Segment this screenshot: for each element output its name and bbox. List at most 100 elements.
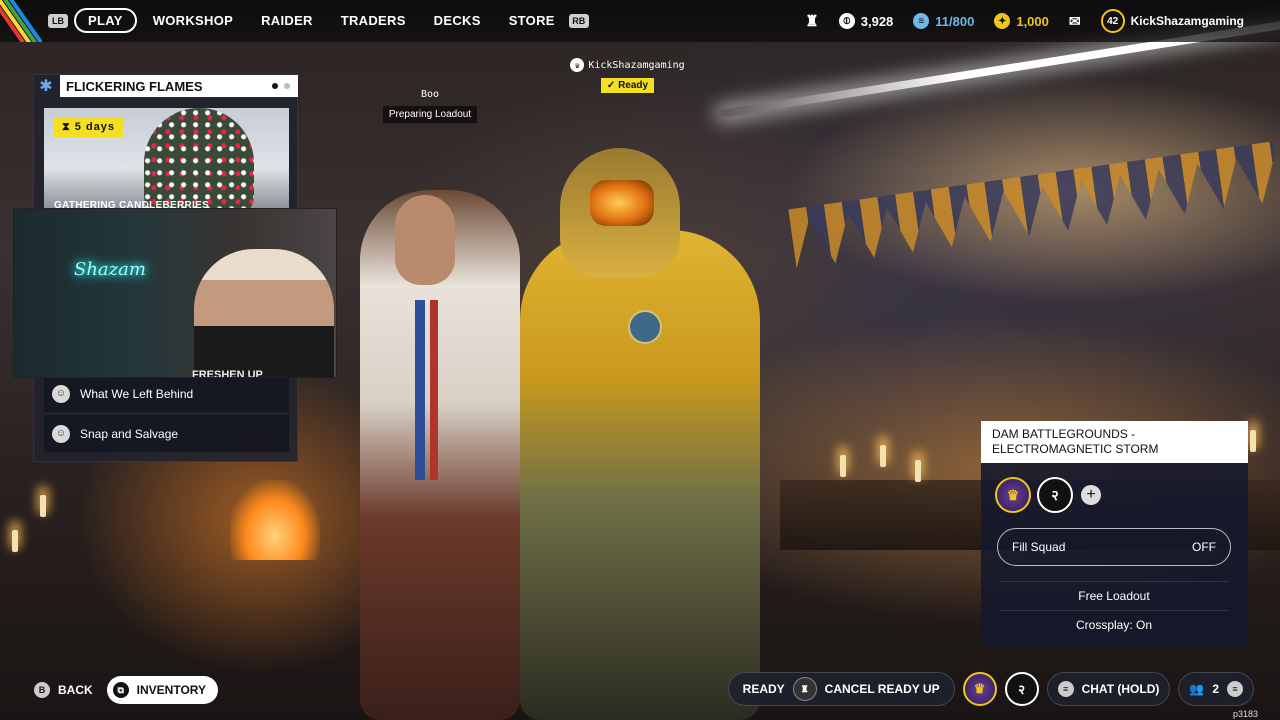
event-timer-badge: ⧗ 5 days xyxy=(54,118,124,137)
crown-icon: ♛ xyxy=(570,58,585,72)
ready-status: Ready xyxy=(618,80,649,91)
candle xyxy=(12,530,18,552)
main-nav: LB PLAY WORKSHOP RAIDER TRADERS DECKS ST… xyxy=(48,8,589,33)
menu-button-icon: ≡ xyxy=(1057,681,1074,697)
currency-stats: ♜ ⦶ 3,928 ≡ 11/800 ✦ 1,000 ✉ 42 KickShaz… xyxy=(805,0,1280,42)
quest-item[interactable]: ☺ Snap and Salvage xyxy=(44,414,289,452)
candle xyxy=(840,455,846,477)
inventory-label: INVENTORY xyxy=(136,683,207,697)
tab-raider[interactable]: RAIDER xyxy=(247,9,327,32)
leader-avatar[interactable]: ♛ xyxy=(962,672,997,706)
tab-workshop[interactable]: WORKSHOP xyxy=(139,9,247,32)
party-icon: 👥 xyxy=(1189,682,1205,696)
token-icon: ⦶ xyxy=(838,13,855,29)
inventory-button[interactable]: ⧉ INVENTORY xyxy=(106,676,219,704)
menu-icon: ≡ xyxy=(1227,681,1243,697)
squad-member-leader-avatar[interactable]: ♛ xyxy=(995,477,1031,513)
event-timer: 5 days xyxy=(74,121,116,133)
add-member-button[interactable]: + xyxy=(1081,485,1101,505)
raider-tokens-value: 3,928 xyxy=(860,13,894,29)
ready-cancel-pill[interactable]: READY ♜ CANCEL READY UP xyxy=(727,672,955,706)
mail-icon[interactable]: ✉ xyxy=(1069,13,1081,30)
cancel-ready-label: CANCEL READY UP xyxy=(824,682,940,696)
hourglass-icon: ⧗ xyxy=(62,121,71,133)
suit-stripe xyxy=(415,300,425,480)
inventory-icon: ⧉ xyxy=(112,682,129,698)
rb-button-hint: RB xyxy=(568,13,589,28)
hold-button-icon: ♜ xyxy=(792,677,817,701)
chat-pill[interactable]: ≡ CHAT (HOLD) xyxy=(1046,672,1171,706)
quest-icon: ☺ xyxy=(52,424,70,443)
player-tag-boo: Boo Preparing Loadout xyxy=(380,89,480,123)
player-name: KickShazamgaming xyxy=(588,60,685,71)
gear-icon: ✱ xyxy=(39,78,53,95)
tab-store[interactable]: STORE xyxy=(495,9,569,32)
map-name-line2: ELECTROMAGNETIC STORM xyxy=(992,442,1159,456)
streamer-webcam-overlay: Shazam FRESHEN UP xyxy=(13,208,337,378)
ready-label: READY xyxy=(742,682,785,696)
squad-members: ♛ २ + xyxy=(995,477,1101,513)
free-loadout-option[interactable]: Free Loadout xyxy=(999,581,1229,609)
fill-squad-value: OFF xyxy=(1192,540,1216,554)
crossplay-option[interactable]: Crossplay: On xyxy=(999,610,1229,638)
page-dots xyxy=(272,83,290,89)
neon-sign: Shazam xyxy=(74,259,146,280)
character-visor xyxy=(590,180,654,226)
ready-badge: ✓ Ready xyxy=(600,78,655,93)
tab-decks[interactable]: DECKS xyxy=(420,9,495,32)
squad-member-avatar[interactable]: २ xyxy=(1037,477,1073,513)
chat-label: CHAT (HOLD) xyxy=(1081,682,1160,696)
session-id: p3183 xyxy=(1232,709,1258,719)
stash-icon: ≡ xyxy=(913,13,930,29)
quest-label: Snap and Salvage xyxy=(80,426,179,441)
candleberry-tree xyxy=(144,108,254,208)
member-avatar[interactable]: २ xyxy=(1004,672,1039,706)
back-label: BACK xyxy=(58,683,93,697)
coins-stat: ✦ 1,000 xyxy=(994,13,1049,29)
player-name: Boo xyxy=(420,89,440,100)
coin-icon: ✦ xyxy=(994,13,1011,29)
raider-figure-icon[interactable]: ♜ xyxy=(805,12,818,30)
username: KickShazamgaming xyxy=(1130,14,1244,28)
b-button-icon: B xyxy=(34,682,50,698)
player-tag-kickshazam: ♛ KickShazamgaming ✓ Ready xyxy=(555,58,700,93)
quest-label: What We Left Behind xyxy=(80,386,194,401)
candle xyxy=(40,495,46,517)
event-subtitle: GATHERING CANDLEBERRIES xyxy=(54,200,210,208)
candle xyxy=(880,445,886,467)
rainbow-corner-stripes xyxy=(0,0,42,42)
coins-value: 1,000 xyxy=(1016,13,1049,29)
quest-icon: ☺ xyxy=(52,384,70,403)
top-navigation-bar: LB PLAY WORKSHOP RAIDER TRADERS DECKS ST… xyxy=(0,0,1280,42)
event-image[interactable]: ⧗ 5 days GATHERING CANDLEBERRIES xyxy=(44,108,289,208)
party-count: 2 xyxy=(1212,682,1219,696)
candle xyxy=(915,460,921,482)
event-title-bar[interactable]: FLICKERING FLAMES xyxy=(60,75,298,97)
raider-tokens-stat: ⦶ 3,928 xyxy=(838,13,894,29)
lb-button-hint: LB xyxy=(48,13,68,28)
party-pill[interactable]: 👥 2 ≡ xyxy=(1178,672,1254,706)
player-status: Preparing Loadout xyxy=(382,106,478,123)
player-profile[interactable]: 42 KickShazamgaming xyxy=(1100,9,1244,33)
suit-stripe xyxy=(430,300,438,480)
event-title: FLICKERING FLAMES xyxy=(66,79,203,94)
shirt-text: FRESHEN UP xyxy=(192,369,263,378)
page-dot-active xyxy=(272,83,278,89)
back-button[interactable]: B BACK xyxy=(34,682,93,698)
stash-stat: ≡ 11/800 xyxy=(913,13,974,29)
quest-item[interactable]: ☺ What We Left Behind xyxy=(44,374,289,412)
tab-play[interactable]: PLAY xyxy=(74,8,137,33)
stash-value: 11/800 xyxy=(935,13,975,29)
page-dot xyxy=(284,83,290,89)
bunting-flags xyxy=(788,141,1280,269)
bottom-right-actions: READY ♜ CANCEL READY UP ♛ २ ≡ CHAT (HOLD… xyxy=(727,672,1254,706)
bottom-left-actions: B BACK ⧉ INVENTORY xyxy=(34,676,219,704)
squad-panel: DAM BATTLEGROUNDS - ELECTROMAGNETIC STOR… xyxy=(981,421,1248,645)
map-title[interactable]: DAM BATTLEGROUNDS - ELECTROMAGNETIC STOR… xyxy=(981,421,1248,463)
character-head xyxy=(395,195,455,285)
fill-squad-toggle[interactable]: Fill Squad OFF xyxy=(997,528,1231,566)
level-badge: 42 xyxy=(1100,9,1125,33)
raider-character-gold-suit xyxy=(520,230,760,720)
streamer xyxy=(194,249,334,377)
tab-traders[interactable]: TRADERS xyxy=(327,9,420,32)
